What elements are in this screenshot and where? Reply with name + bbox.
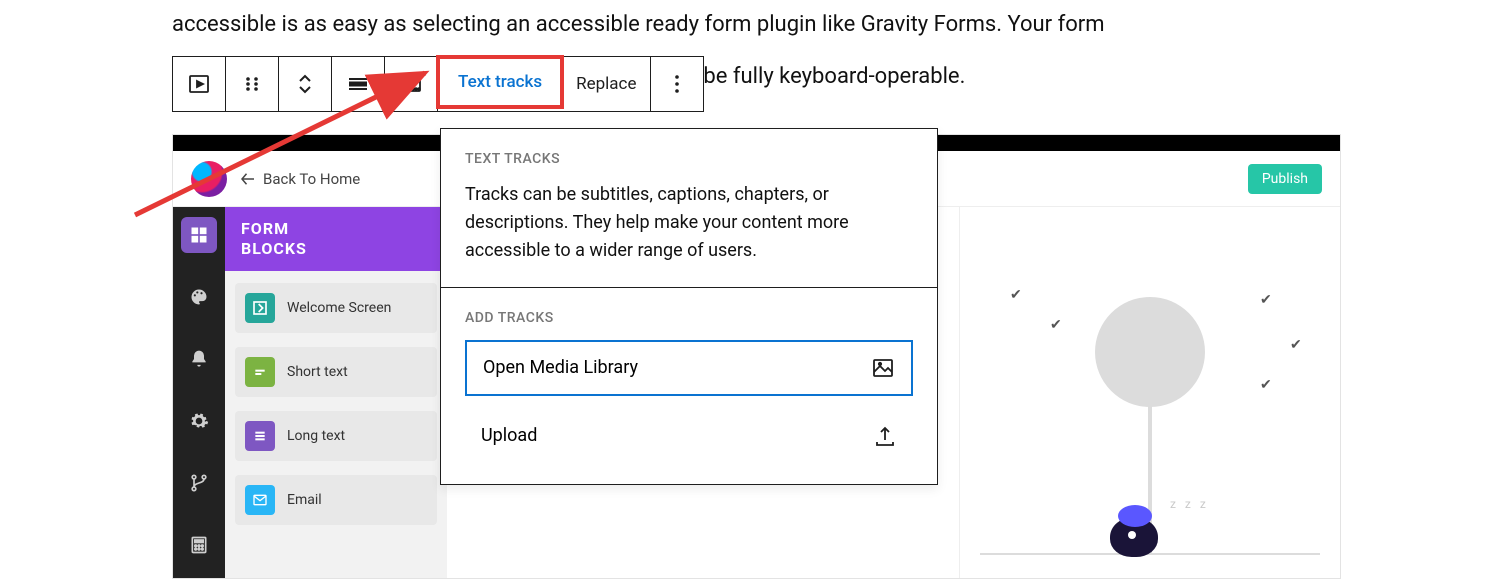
bird-icon: ✔	[1290, 337, 1302, 353]
arrow-left-icon	[239, 170, 257, 188]
chevron-up-down-icon	[293, 72, 317, 96]
upload-icon	[873, 424, 897, 448]
drag-handle-button[interactable]	[226, 57, 279, 111]
video-block-icon-button[interactable]	[173, 57, 226, 111]
block-label: Short text	[287, 364, 348, 380]
move-up-down-button[interactable]	[279, 57, 332, 111]
publish-button[interactable]: Publish	[1248, 164, 1322, 194]
block-item-short-text[interactable]: Short text	[235, 347, 437, 397]
popover-title: TEXT TRACKS	[465, 151, 913, 167]
block-item-long-text[interactable]: Long text	[235, 411, 437, 461]
illustration-sleep-zz: z z z	[1170, 497, 1209, 511]
bird-icon: ✔	[1010, 287, 1022, 303]
upload-button[interactable]: Upload	[465, 410, 913, 462]
short-text-icon	[245, 357, 275, 387]
rail-results[interactable]	[181, 527, 217, 563]
left-rail	[173, 207, 225, 578]
align-button[interactable]	[332, 57, 385, 111]
kebab-icon	[665, 72, 689, 96]
bird-icon: ✔	[1260, 377, 1272, 393]
add-tracks-title: ADD TRACKS	[465, 310, 913, 326]
sidebar: FORM BLOCKS Welcome Screen Short text	[225, 207, 447, 578]
article-line-2: should be fully keyboard-operable.	[632, 60, 1332, 94]
block-label: Long text	[287, 428, 345, 444]
app-logo-icon	[191, 161, 227, 197]
rail-settings[interactable]	[181, 403, 217, 439]
illustration-ground	[980, 553, 1320, 555]
rail-blocks[interactable]	[181, 217, 217, 253]
video-block-icon	[187, 72, 211, 96]
illustration-character	[1110, 517, 1158, 557]
align-icon	[346, 72, 370, 96]
popover-description: Tracks can be subtitles, captions, chapt…	[465, 181, 913, 265]
popover-info-section: TEXT TRACKS Tracks can be subtitles, cap…	[441, 129, 937, 287]
more-options-button[interactable]	[651, 57, 703, 111]
poster-image-icon	[399, 72, 423, 96]
back-to-home-link[interactable]: Back To Home	[239, 170, 360, 188]
rail-theme[interactable]	[181, 279, 217, 315]
welcome-screen-icon	[245, 293, 275, 323]
replace-button[interactable]: Replace	[562, 57, 651, 111]
article-paragraph: accessible is as easy as selecting an ac…	[172, 8, 1322, 42]
email-icon	[245, 485, 275, 515]
palette-icon	[189, 287, 209, 307]
block-toolbar: Text tracks Replace	[172, 56, 704, 112]
calculator-icon	[189, 535, 209, 555]
article-line-1: accessible is as easy as selecting an ac…	[172, 12, 1105, 37]
bell-icon	[189, 349, 209, 369]
preview-panel: z z z ✔ ✔ ✔ ✔ ✔ No Preview Available Yet…	[960, 207, 1340, 578]
branch-icon	[189, 473, 209, 493]
popover-add-section: ADD TRACKS Open Media Library Upload	[441, 287, 937, 484]
illustration-tree-top	[1095, 297, 1205, 407]
gear-icon	[189, 411, 209, 431]
text-tracks-popover: TEXT TRACKS Tracks can be subtitles, cap…	[440, 128, 938, 485]
drag-handle-icon	[240, 72, 264, 96]
block-label: Welcome Screen	[287, 300, 391, 316]
rail-notifications[interactable]	[181, 341, 217, 377]
rail-logic[interactable]	[181, 465, 217, 501]
block-item-email[interactable]: Email	[235, 475, 437, 525]
image-icon	[871, 356, 895, 380]
block-label: Email	[287, 492, 322, 508]
bird-icon: ✔	[1260, 292, 1272, 308]
poster-image-button[interactable]	[385, 57, 438, 111]
open-media-library-button[interactable]: Open Media Library	[465, 340, 913, 396]
bird-icon: ✔	[1050, 317, 1062, 333]
long-text-icon	[245, 421, 275, 451]
block-item-welcome-screen[interactable]: Welcome Screen	[235, 283, 437, 333]
text-tracks-button[interactable]: Text tracks	[436, 55, 564, 109]
block-list: Welcome Screen Short text Long text	[225, 271, 447, 537]
sidebar-title: FORM BLOCKS	[225, 207, 447, 271]
grid-icon	[189, 225, 209, 245]
